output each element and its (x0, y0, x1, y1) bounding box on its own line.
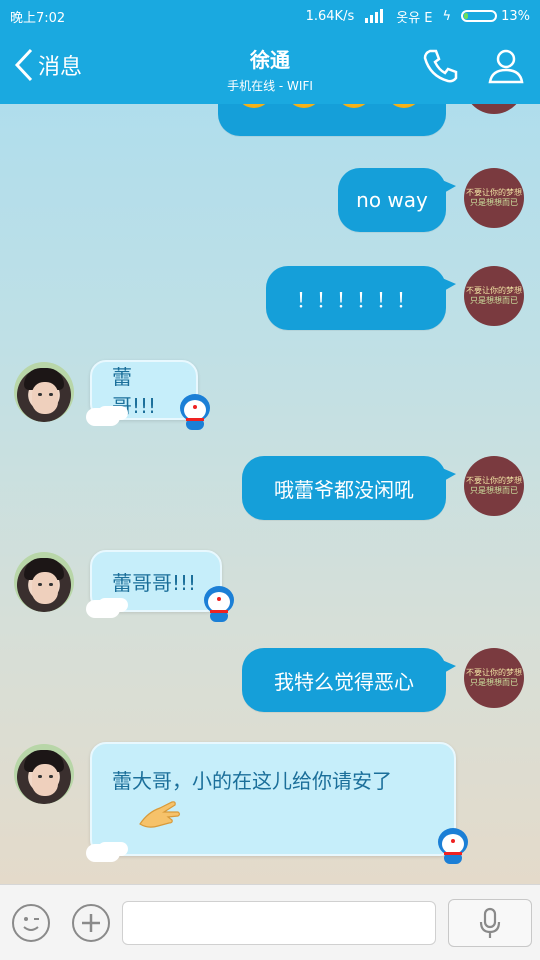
doraemon-icon (178, 394, 212, 430)
phone-icon (423, 49, 458, 83)
avatar-text: 不要让你的梦想 (466, 188, 522, 197)
avatar-text: 只是想想而已 (470, 296, 518, 305)
message-bubble-outgoing[interactable]: 我特么觉得恶心 (242, 648, 456, 712)
my-avatar[interactable]: 不要让你的梦想 只是想想而已 (464, 648, 524, 708)
doraemon-icon (202, 586, 236, 622)
avatar-text: 不要让你的梦想 (466, 668, 522, 677)
my-avatar[interactable]: 不要让你的梦想 只是想想而已 (464, 266, 524, 326)
friend-avatar[interactable] (14, 362, 74, 422)
message-bubble-outgoing[interactable]: 哦蕾爷都没闲吼 (242, 456, 456, 520)
message-text: 蕾哥哥!!! (112, 570, 197, 595)
avatar-text: 不要让你的梦想 (466, 286, 522, 295)
message-text: 蕾大哥，小的在这儿给你请安了 (112, 769, 392, 793)
my-avatar[interactable]: 不要让你的梦想 只是想想而已 (464, 168, 524, 228)
profile-button[interactable] (486, 46, 526, 90)
message-input[interactable] (122, 901, 436, 945)
plus-button[interactable] (72, 904, 110, 942)
message-bubble-outgoing[interactable]: no way (338, 168, 456, 232)
carrier-label: 옷유 E (396, 10, 433, 26)
microphone-icon (479, 907, 501, 938)
charging-icon: ϟ (442, 8, 452, 24)
friend-avatar[interactable] (14, 744, 74, 804)
coin-icon (336, 104, 372, 108)
message-text: 我特么觉得恶心 (274, 669, 414, 694)
status-time: 晚上7:02 (10, 10, 66, 26)
coin-icon (386, 104, 422, 108)
status-indicators: 1.64K/s 옷유 E ϟ 13% (306, 7, 530, 26)
input-bar (0, 884, 540, 960)
status-bar: 晚上7:02 1.64K/s 옷유 E ϟ 13% (0, 0, 540, 32)
greeting-hand-emoji (139, 801, 181, 828)
my-avatar[interactable]: 不要让你的梦想 只是想想而已 (464, 456, 524, 516)
plus-icon (82, 914, 100, 932)
doraemon-icon (436, 828, 470, 864)
emoji-button[interactable] (12, 904, 50, 942)
battery-percent: 13% (501, 8, 530, 24)
avatar-text: 只是想想而已 (470, 198, 518, 207)
coin-icon (236, 104, 272, 108)
message-text: no way (356, 188, 428, 212)
message-text: 蕾哥!!! (112, 365, 157, 418)
friend-avatar[interactable] (14, 552, 74, 612)
message-text: ！！！！！！ (296, 287, 416, 312)
avatar-text: 只是想想而已 (470, 678, 518, 687)
avatar-text: 不要让你的梦想 (466, 476, 522, 485)
signal-icon (365, 9, 384, 23)
coin-icon (286, 104, 322, 108)
coins-emoji (236, 104, 426, 112)
battery-fill (464, 13, 469, 19)
avatar-text: 只是想想而已 (470, 486, 518, 495)
call-button[interactable] (420, 46, 460, 90)
my-avatar[interactable] (464, 104, 524, 114)
cloud-decoration (86, 408, 120, 426)
chat-header: 消息 徐通 手机在线 - WIFI (0, 32, 540, 104)
battery-indicator: 13% (461, 9, 530, 24)
voice-button[interactable] (448, 899, 532, 947)
message-bubble-outgoing[interactable] (218, 104, 446, 136)
emoji-icon (23, 917, 39, 931)
message-bubble-outgoing[interactable]: ！！！！！！ (266, 266, 456, 330)
message-text: 哦蕾爷都没闲吼 (274, 477, 414, 502)
battery-icon (461, 10, 498, 22)
profile-icon (488, 49, 524, 84)
network-speed: 1.64K/s (305, 8, 355, 24)
cloud-decoration (86, 600, 120, 618)
cloud-decoration (86, 844, 120, 862)
chat-messages[interactable]: no way 不要让你的梦想 只是想想而已 ！！！！！！ 不要让你的梦想 只是想… (0, 104, 540, 884)
